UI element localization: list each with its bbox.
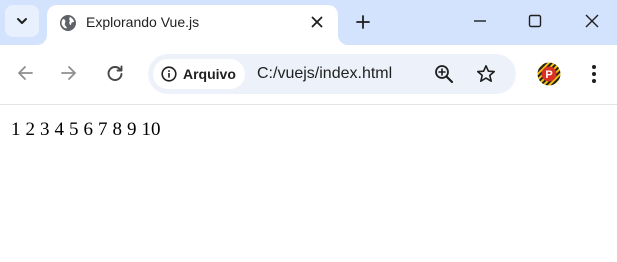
tab-search-button[interactable]: [5, 5, 39, 37]
profile-button[interactable]: P: [537, 62, 561, 86]
close-icon: [585, 14, 599, 28]
star-icon: [477, 65, 495, 82]
number-list: 1 2 3 4 5 6 7 8 9 10: [11, 119, 166, 141]
address-bar[interactable]: Arquivo C:/vuejs/index.html: [148, 54, 516, 94]
arrow-left-icon: [18, 66, 33, 80]
globe-icon: [60, 15, 76, 31]
close-window-button[interactable]: [572, 4, 612, 38]
new-tab-button[interactable]: [350, 9, 376, 35]
avatar-initial: P: [545, 69, 552, 81]
number-item: 10: [141, 119, 161, 140]
menu-button[interactable]: [582, 60, 606, 88]
site-info-label: Arquivo: [183, 66, 236, 82]
site-info-chip[interactable]: Arquivo: [153, 59, 245, 89]
bookmark-button[interactable]: [474, 62, 498, 86]
tab-active[interactable]: Explorando Vue.js: [47, 5, 338, 45]
maximize-icon: [528, 14, 542, 28]
minimize-button[interactable]: [460, 4, 500, 38]
number-item: 2: [25, 119, 36, 140]
browser-toolbar: Arquivo C:/vuejs/index.html P: [0, 45, 617, 105]
page-content: 1 2 3 4 5 6 7 8 9 10: [0, 105, 617, 262]
arrow-right-icon: [61, 66, 76, 80]
chevron-down-icon: [17, 18, 27, 24]
tab-strip: Explorando Vue.js: [0, 0, 617, 45]
zoom-in-icon: [435, 65, 454, 84]
number-item: 1: [11, 119, 21, 140]
close-icon: [311, 16, 323, 28]
reload-icon: [107, 65, 123, 81]
zoom-button[interactable]: [432, 62, 456, 86]
avatar: P: [537, 62, 561, 86]
url-text[interactable]: C:/vuejs/index.html: [257, 64, 392, 84]
number-item: 7: [98, 119, 108, 140]
number-item: 9: [127, 119, 137, 140]
plus-icon: [356, 15, 370, 29]
number-item: 4: [54, 119, 65, 140]
minimize-icon: [474, 20, 486, 22]
reload-button[interactable]: [100, 58, 130, 88]
more-vertical-icon: [592, 65, 596, 83]
number-item: 8: [112, 119, 123, 140]
maximize-button[interactable]: [515, 4, 555, 38]
forward-button[interactable]: [54, 58, 84, 88]
info-icon: [161, 66, 177, 82]
number-item: 3: [40, 119, 50, 140]
back-button[interactable]: [10, 58, 40, 88]
number-item: 6: [83, 119, 94, 140]
tab-close-button[interactable]: [306, 11, 328, 33]
tab-title: Explorando Vue.js: [86, 14, 200, 30]
number-item: 5: [69, 119, 79, 140]
